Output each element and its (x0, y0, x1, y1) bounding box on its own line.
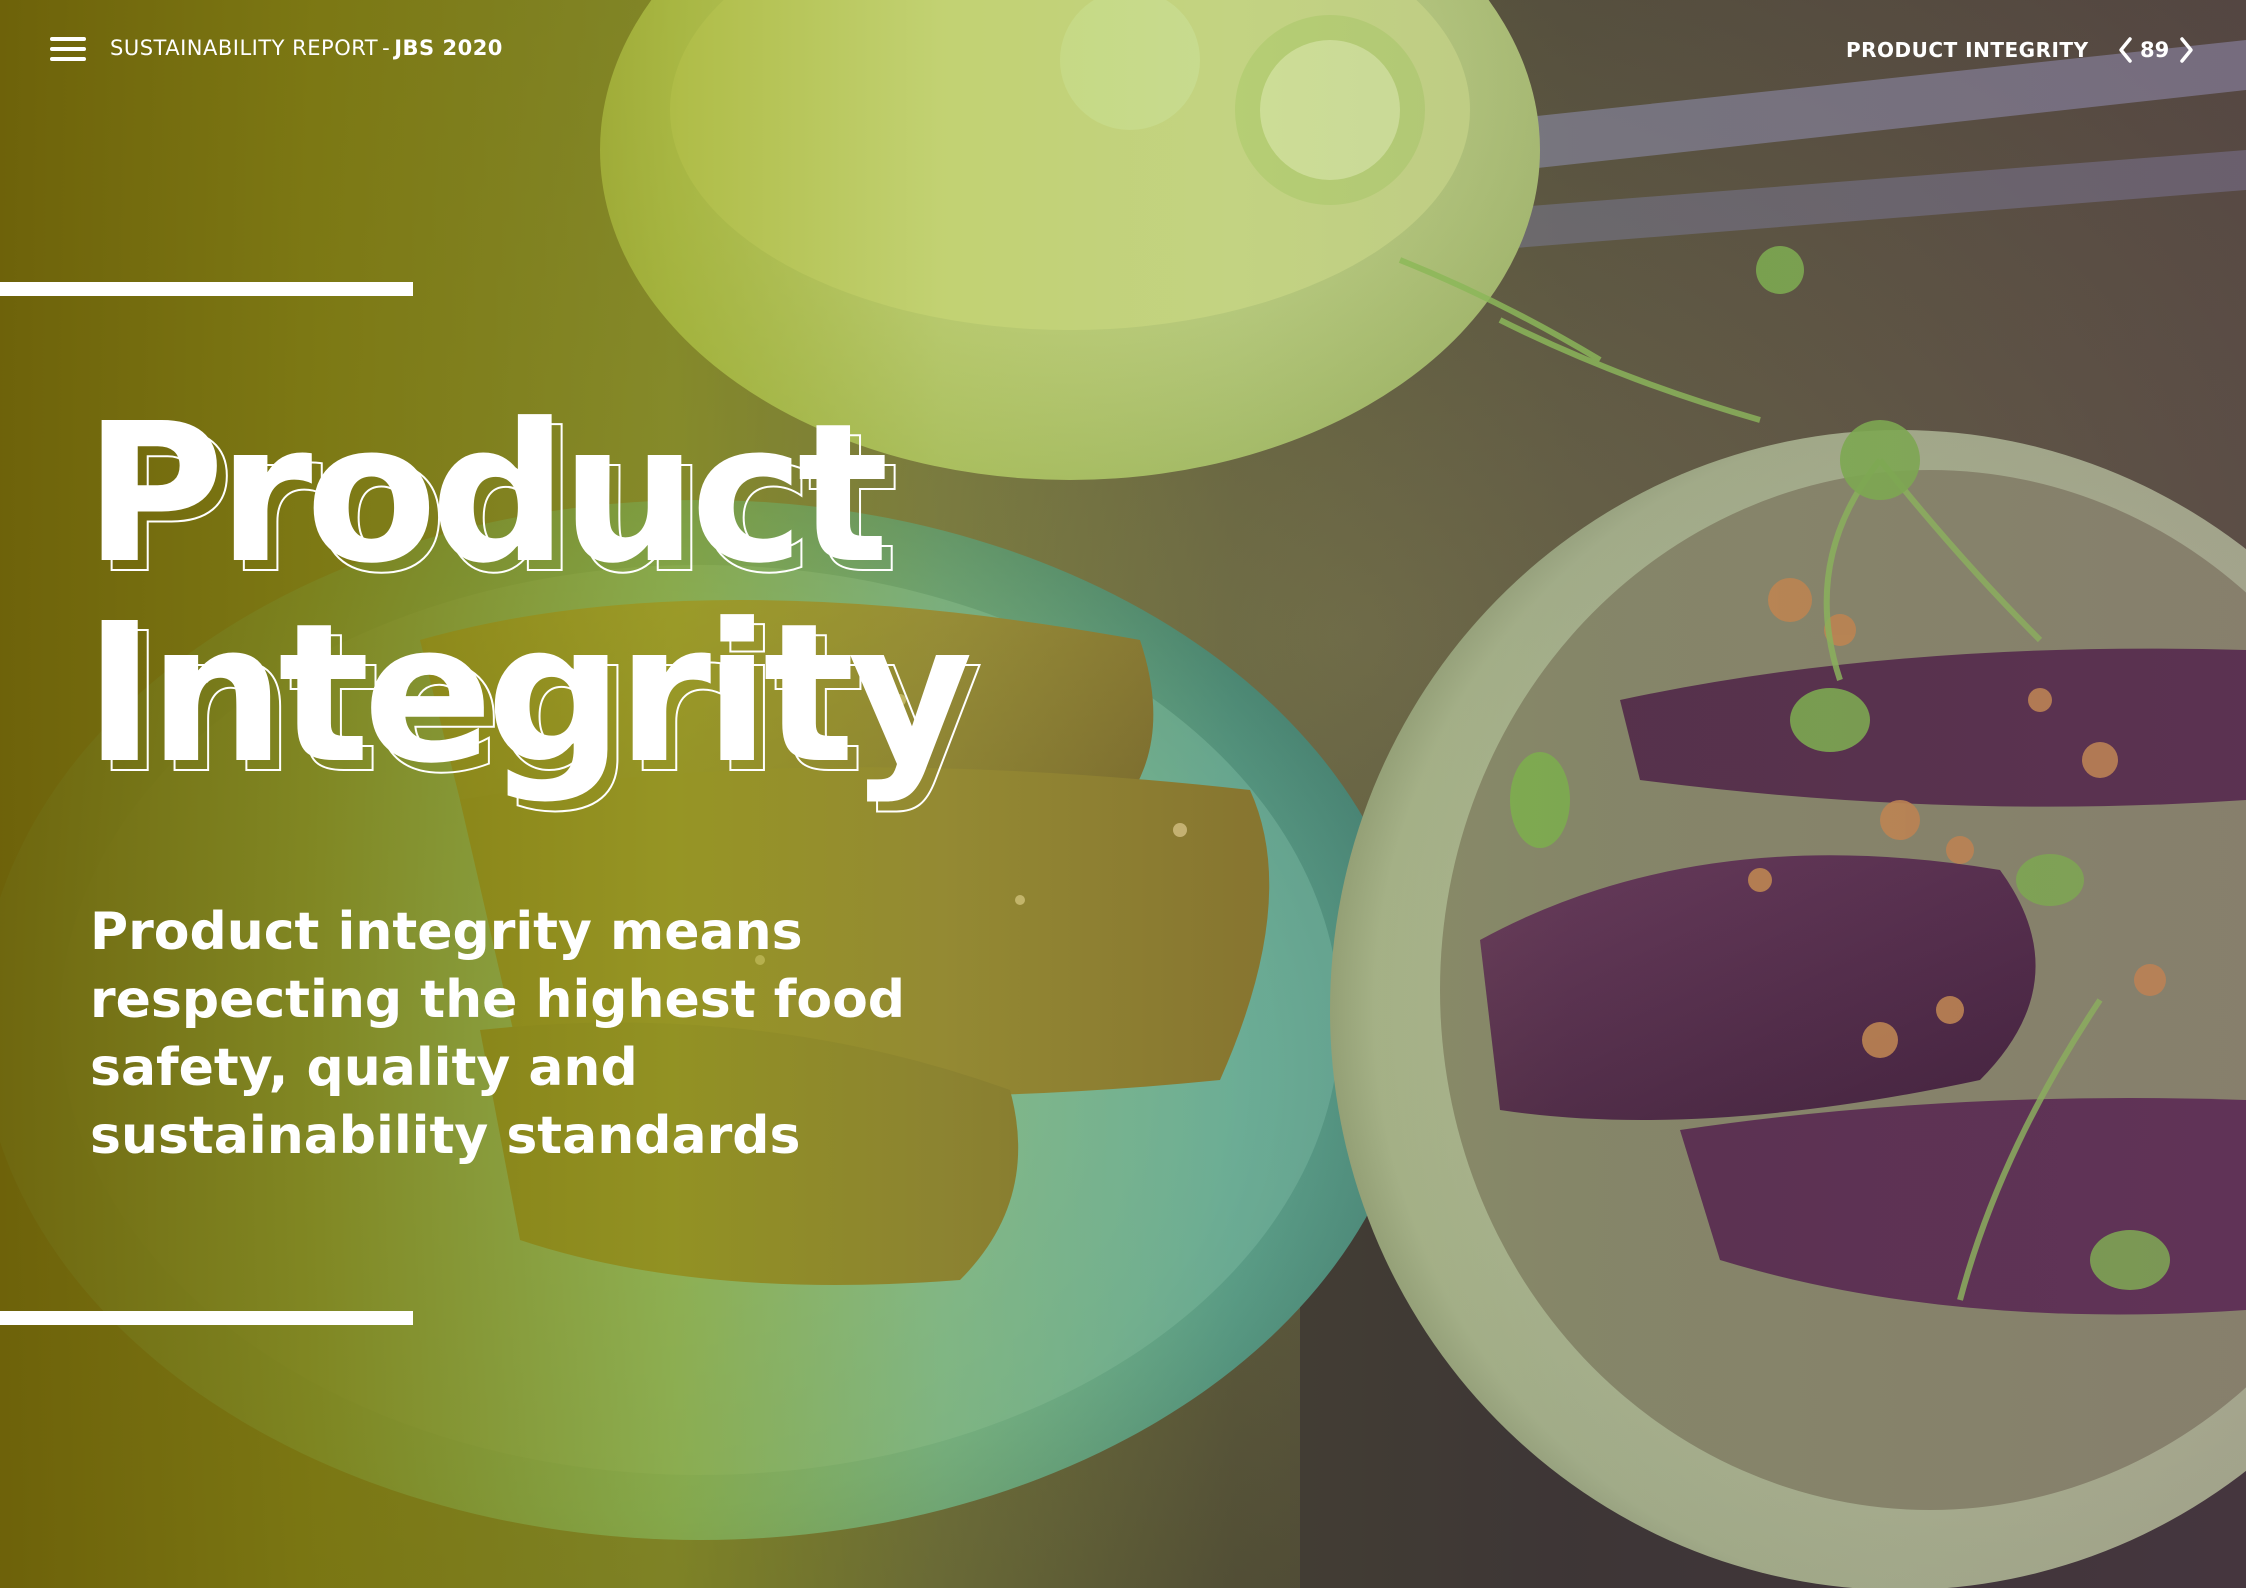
title-text: Integrity (84, 583, 973, 806)
chevron-right-icon[interactable] (2176, 36, 2196, 64)
page-number: 89 (2140, 38, 2170, 62)
title-separator: - (382, 36, 391, 60)
intro-statement: Product integrity means respecting the h… (90, 902, 906, 1166)
top-navigation-bar: SUSTAINABILITY REPORT - JBS 2020 PRODUCT I… (0, 0, 2246, 100)
section-name: PRODUCT INTEGRITY (1846, 38, 2089, 62)
report-brand: JBS 2020 (394, 36, 503, 60)
report-title: SUSTAINABILITY REPORT - JBS 2020 (110, 36, 503, 60)
chevron-left-icon[interactable] (2116, 36, 2136, 64)
bottom-divider-rule (0, 1311, 413, 1325)
title-text: Product (84, 383, 889, 606)
report-label: SUSTAINABILITY REPORT (110, 36, 379, 60)
hamburger-menu-icon[interactable] (50, 34, 88, 64)
top-divider-rule (0, 282, 413, 296)
report-page: SUSTAINABILITY REPORT - JBS 2020 PRODUCT I… (0, 0, 2246, 1588)
